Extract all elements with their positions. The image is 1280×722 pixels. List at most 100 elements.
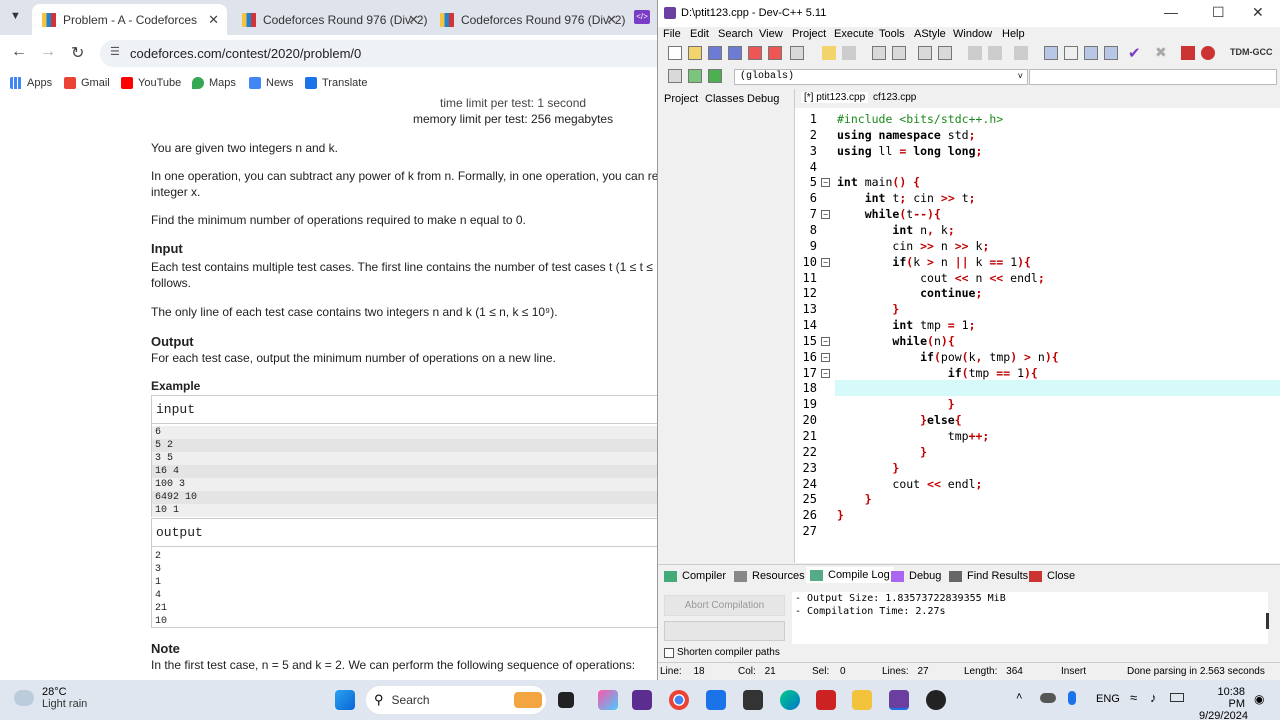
site-info-icon[interactable]: ☰ [110,45,120,58]
fold-toggle-icon[interactable]: − [821,210,830,220]
menu-edit[interactable]: Edit [690,28,709,40]
tab-debug[interactable]: Debug [747,93,779,105]
bookmark-translate[interactable]: Translate [305,77,367,89]
battery-icon[interactable] [1170,693,1184,702]
url-input[interactable]: ☰ codeforces.com/contest/2020/problem/0 [100,40,657,67]
menu-view[interactable]: View [759,28,783,40]
menu-astyle[interactable]: AStyle [914,28,946,40]
store-icon[interactable] [706,690,726,710]
tab-cf123[interactable]: cf123.cpp [873,92,916,103]
file-explorer-icon[interactable] [852,690,872,710]
tab-resources[interactable]: Resources [734,570,805,582]
menu-file[interactable]: File [663,28,681,40]
tab-classes[interactable]: Classes [705,93,744,105]
bookmark-maps[interactable]: Maps [192,77,236,89]
sample-input-lines[interactable]: 6 5 2 3 5 16 4 100 3 6492 10 10 1 [152,424,657,517]
tab-compile-log[interactable]: Compile Log [806,567,894,583]
tab-problem-a[interactable]: Problem - A - Codeforces ✕ [32,4,227,35]
back-icon[interactable]: ← [11,43,27,61]
close-file-icon[interactable] [748,46,762,60]
new-file-icon[interactable] [668,46,682,60]
run-icon[interactable] [1064,46,1078,60]
menu-tools[interactable]: Tools [879,28,905,40]
reload-icon[interactable]: ↻ [71,43,84,63]
task-view-icon[interactable] [558,692,574,708]
check-syntax-icon[interactable]: ✔ [1128,44,1141,62]
project-options-icon[interactable] [708,69,722,83]
replace-icon[interactable] [892,46,906,60]
unity-icon[interactable] [743,690,763,710]
bookmark-toggle-icon[interactable] [1014,46,1028,60]
tab-debug-bottom[interactable]: Debug [891,570,941,582]
find-icon[interactable] [872,46,886,60]
forward-icon[interactable]: → [40,43,56,61]
menu-execute[interactable]: Execute [834,28,874,40]
menu-project[interactable]: Project [792,28,826,40]
print-icon[interactable] [790,46,804,60]
chrome-icon[interactable] [669,690,689,710]
fold-toggle-icon[interactable]: − [821,368,830,378]
fold-toggle-icon[interactable]: − [821,257,830,267]
fold-toggle-icon[interactable]: − [821,352,830,362]
tab-compiler[interactable]: Compiler [664,570,726,582]
shorten-paths-checkbox[interactable]: Shorten compiler paths [664,647,780,658]
clock[interactable]: 10:38 PM 9/29/2024 [1199,686,1248,722]
undo-icon[interactable] [822,46,836,60]
save-all-icon[interactable] [728,46,742,60]
class-selector[interactable]: (globals) ˅ [734,69,1028,85]
tab-round-976-a[interactable]: Codeforces Round 976 (Div. 2) ✕ [232,4,427,35]
close-tab-icon[interactable]: ✕ [208,12,219,28]
debug-icon[interactable] [1201,46,1215,60]
abort-compilation-button[interactable]: Abort Compilation [664,595,785,616]
github-icon[interactable] [926,690,946,710]
close-tab-icon[interactable]: ✕ [408,12,419,28]
bookmark-apps[interactable]: Apps [10,77,52,89]
open-file-icon[interactable] [688,46,702,60]
wifi-icon[interactable]: ≈ [1130,690,1137,705]
compile-icon[interactable] [1044,46,1058,60]
save-icon[interactable] [708,46,722,60]
redo-icon[interactable] [842,46,856,60]
forward-nav-icon[interactable] [988,46,1002,60]
stop-icon[interactable]: ✖ [1155,44,1167,61]
code-tab-icon[interactable]: </> [634,10,650,24]
tray-chevron-up-icon[interactable]: ˄ [1016,691,1022,703]
weather-widget[interactable]: 28°C Light rain [14,686,87,710]
start-windows-icon[interactable] [335,690,355,710]
goto-icon[interactable] [938,46,952,60]
rebuild-icon[interactable] [1104,46,1118,60]
close-window-icon[interactable]: ✕ [1252,4,1264,21]
back-nav-icon[interactable] [968,46,982,60]
indent-icon[interactable] [918,46,932,60]
visual-studio-icon[interactable] [632,690,652,710]
maximize-icon[interactable]: ☐ [1212,4,1225,21]
volume-icon[interactable]: ♪ [1150,690,1157,705]
compile-run-icon[interactable] [1084,46,1098,60]
language-indicator[interactable]: ENG [1096,693,1120,705]
onedrive-icon[interactable] [1040,693,1056,703]
fold-toggle-icon[interactable]: − [821,178,830,188]
devcpp-taskbar-icon[interactable] [889,690,909,710]
member-selector[interactable] [1029,69,1277,85]
notification-bell-icon[interactable]: ◉ [1254,692,1264,706]
tab-project[interactable]: Project [664,93,698,105]
close-all-icon[interactable] [768,46,782,60]
remove-from-project-icon[interactable] [688,69,702,83]
tab-close[interactable]: Close [1029,570,1075,582]
sample-output-lines[interactable]: 2 3 1 4 21 10 [152,547,657,628]
microphone-icon[interactable] [1068,691,1076,705]
bookmark-news[interactable]: News [249,77,294,89]
compile-log-output[interactable]: - Output Size: 1.83573722839355 MiB - Co… [792,592,1268,644]
code-editor[interactable]: 1 2 3 4 5−6 7−8 9 10−11 12 13 14 15−16−17−18 19 20 21 2… [795,108,1280,563]
app-red-icon[interactable] [816,690,836,710]
minimize-icon[interactable]: — [1164,4,1178,20]
taskbar-search-input[interactable]: ⚲ Search [366,686,546,714]
tab-find-results[interactable]: Find Results [949,570,1028,582]
tab-round-976-b[interactable]: Codeforces Round 976 (Div. 2) ✕ [430,4,625,35]
log-scrollbar[interactable] [1266,613,1269,629]
fold-toggle-icon[interactable]: − [821,336,830,346]
profile-icon[interactable] [1181,46,1195,60]
menu-search[interactable]: Search [718,28,753,40]
edge-icon[interactable] [780,690,800,710]
compiler-select[interactable]: TDM-GCC [1230,47,1273,57]
